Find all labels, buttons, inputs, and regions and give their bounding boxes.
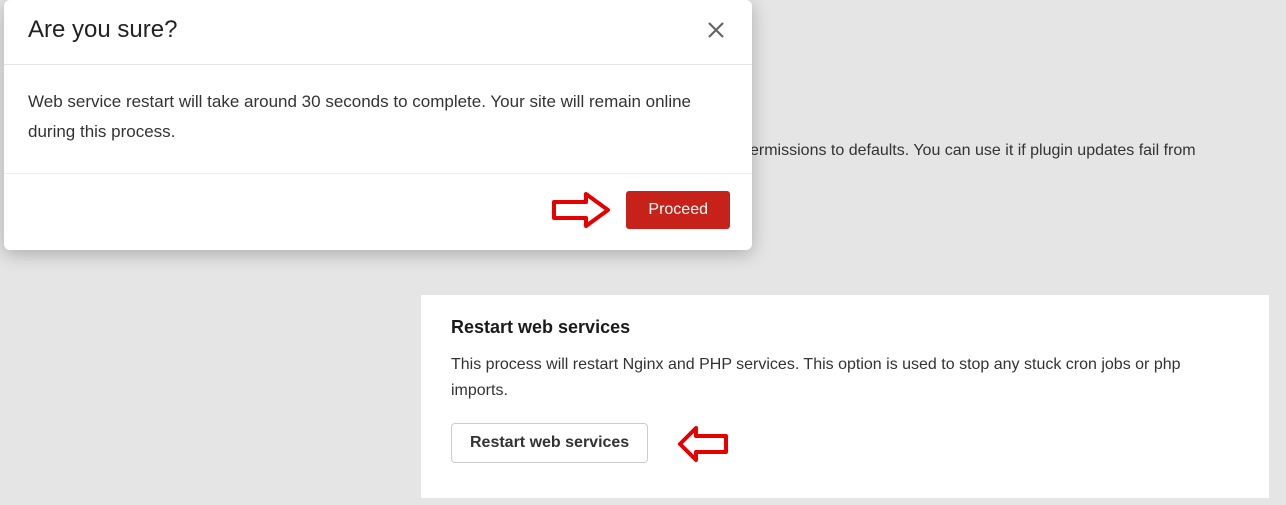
close-icon [706, 20, 726, 40]
annotation-arrow-right [552, 190, 612, 230]
restart-web-services-button[interactable]: Restart web services [451, 423, 648, 463]
confirm-modal: Are you sure? Web service restart will t… [4, 0, 752, 250]
proceed-button[interactable]: Proceed [626, 191, 730, 229]
modal-header: Are you sure? [4, 0, 752, 65]
modal-footer: Proceed [4, 174, 752, 250]
close-button[interactable] [702, 16, 730, 44]
modal-body-text: Web service restart will take around 30 … [4, 65, 752, 174]
modal-title: Are you sure? [28, 16, 177, 44]
card-description: This process will restart Nginx and PHP … [451, 352, 1239, 403]
card-heading: Restart web services [451, 317, 1239, 338]
restart-services-card: Restart web services This process will r… [420, 294, 1270, 499]
background-partial-text: ermissions to defaults. You can use it i… [750, 138, 1266, 164]
